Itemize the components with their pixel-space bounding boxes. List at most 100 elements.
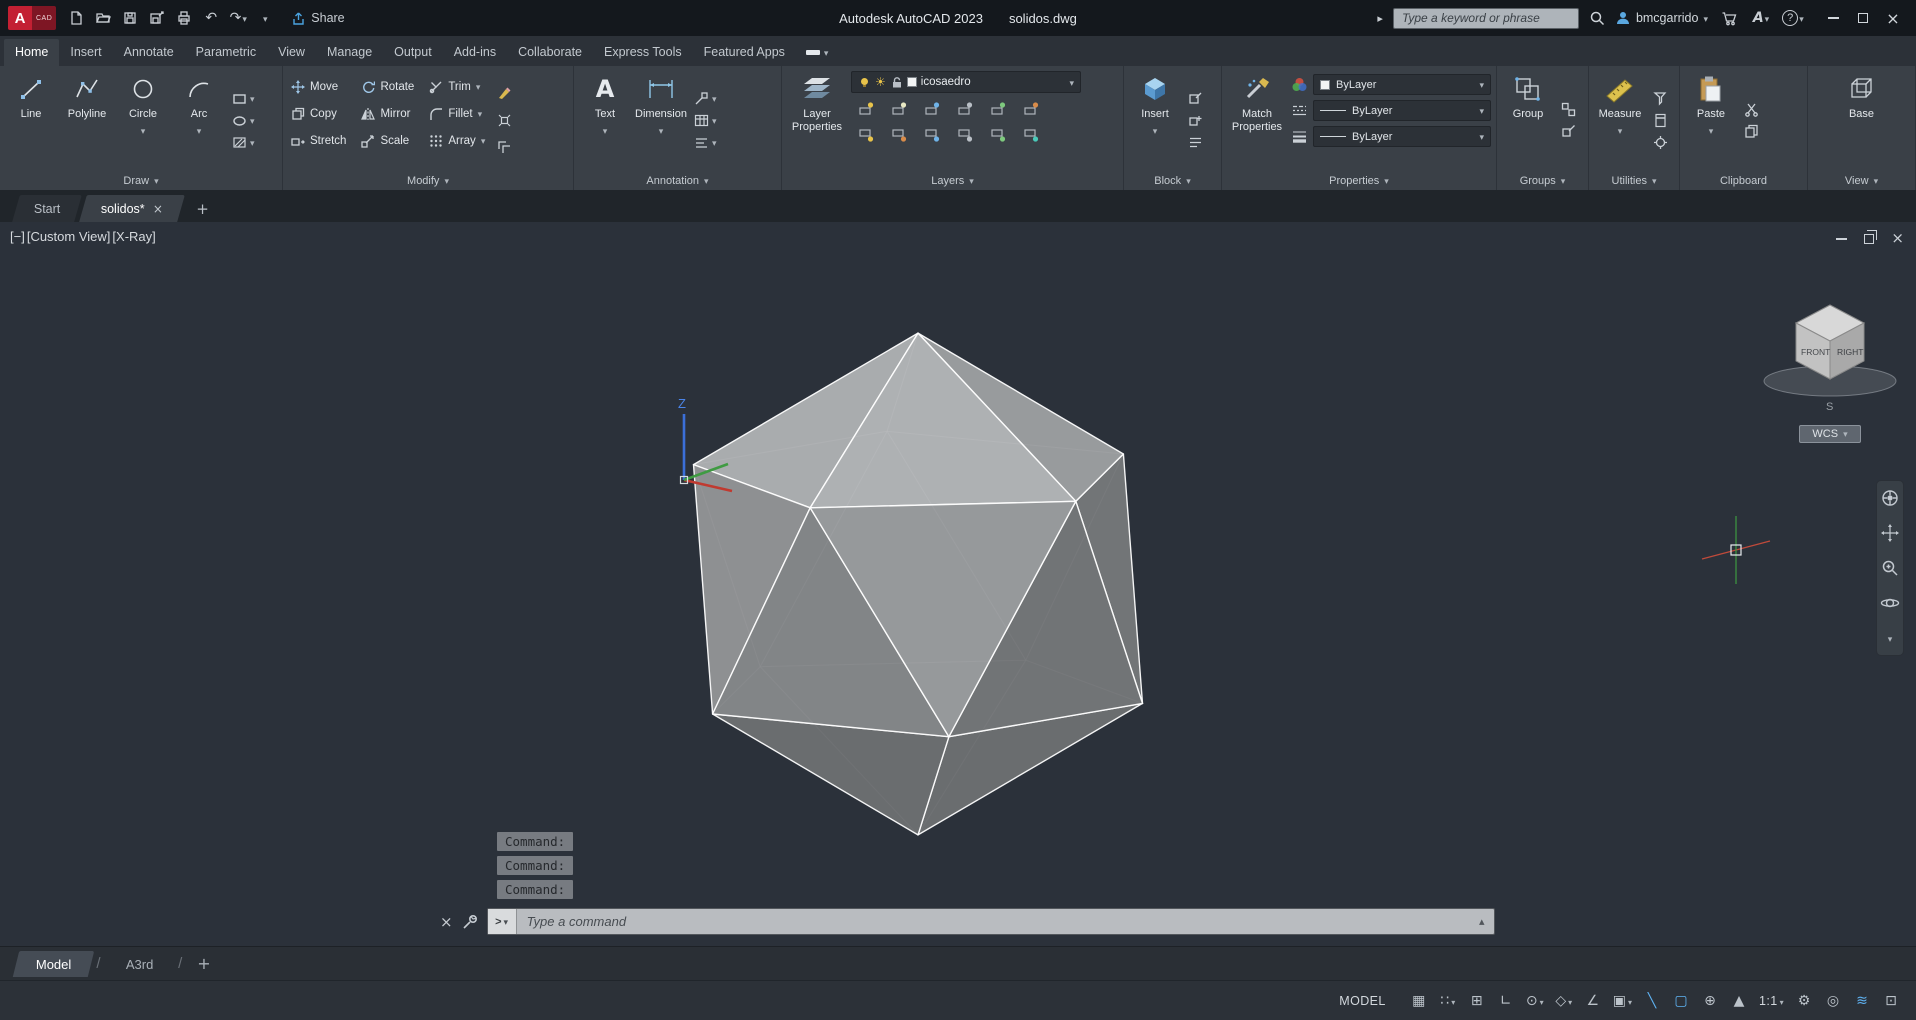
object-snap-toggle[interactable]: ▣: [1609, 988, 1636, 1014]
ellipse-button[interactable]: [229, 111, 258, 130]
stretch-button[interactable]: Stretch: [288, 132, 349, 150]
object-snap-tracking-toggle[interactable]: ∠: [1580, 988, 1606, 1014]
circle-button[interactable]: Circle: [117, 69, 169, 171]
scale-button[interactable]: Scale: [358, 132, 417, 150]
insert-button[interactable]: Insert: [1129, 69, 1181, 171]
drawing-canvas[interactable]: Z [−] [Custom View] [X-Ray] × FRONT RIGH…: [0, 222, 1916, 946]
viewcube-right-label[interactable]: RIGHT: [1837, 347, 1863, 357]
object-color-dropdown[interactable]: ByLayer: [1313, 74, 1491, 95]
scale-dropdown-arrow-icon[interactable]: [1780, 994, 1784, 1008]
dimension-dropdown-arrow-icon[interactable]: [659, 123, 664, 137]
save-as-button[interactable]: [146, 6, 168, 30]
text-dropdown-arrow-icon[interactable]: [603, 123, 608, 137]
viewport-menu-control[interactable]: [−]: [10, 229, 25, 244]
tab-home[interactable]: Home: [4, 39, 60, 66]
copy-button[interactable]: Copy: [288, 105, 349, 123]
qat-customize-button[interactable]: [254, 6, 276, 30]
infer-constraints-toggle[interactable]: ⊞: [1464, 988, 1490, 1014]
copy-clip-button[interactable]: [1741, 122, 1762, 141]
layer-lock-button[interactable]: [950, 97, 980, 120]
annotation-scale-button[interactable]: 1:1: [1755, 988, 1788, 1014]
turn-on-all-layers-button[interactable]: [884, 124, 914, 147]
fillet-button[interactable]: Fillet: [426, 105, 488, 123]
isolate-objects-button[interactable]: ◎: [1820, 988, 1846, 1014]
drawing-restore-icon[interactable]: [1864, 229, 1878, 244]
table-button[interactable]: [691, 111, 720, 130]
make-current-layer-button[interactable]: [983, 97, 1013, 120]
cut-button[interactable]: [1741, 100, 1762, 119]
new-layout-button[interactable]: +: [187, 954, 220, 973]
account-menu[interactable]: bmcgarrido: [1615, 10, 1708, 26]
tab-manage[interactable]: Manage: [316, 39, 383, 66]
clean-screen-toggle[interactable]: ⊡: [1878, 988, 1904, 1014]
search-icon[interactable]: [1589, 10, 1605, 26]
polyline-button[interactable]: Polyline: [61, 69, 113, 171]
layout-tab-a3rd[interactable]: A3rd: [102, 951, 176, 977]
array-button[interactable]: Array: [426, 132, 488, 150]
layer-isolate-button[interactable]: [884, 97, 914, 120]
line-button[interactable]: Line: [5, 69, 57, 171]
wcs-dropdown[interactable]: WCS: [1799, 425, 1861, 443]
tab-view[interactable]: View: [267, 39, 316, 66]
ortho-toggle[interactable]: ∟: [1493, 988, 1519, 1014]
undo-button[interactable]: ↶: [200, 6, 222, 30]
lineweight-dropdown[interactable]: ByLayer: [1313, 126, 1491, 147]
open-file-button[interactable]: [92, 6, 114, 30]
trim-dropdown-arrow-icon[interactable]: [476, 81, 481, 93]
panel-utilities-footer[interactable]: Utilities: [1589, 171, 1679, 190]
mirror-button[interactable]: Mirror: [358, 105, 417, 123]
save-button[interactable]: [119, 6, 141, 30]
command-input[interactable]: [516, 909, 1480, 934]
selection-cycling-toggle[interactable]: ▢: [1668, 988, 1694, 1014]
group-edit-button[interactable]: [1558, 122, 1579, 141]
polar-dropdown-arrow-icon[interactable]: [1540, 994, 1544, 1008]
panel-view-footer[interactable]: View: [1808, 171, 1915, 190]
tab-add-ins[interactable]: Add-ins: [443, 39, 507, 66]
insert-dropdown-arrow-icon[interactable]: [1153, 123, 1158, 137]
tab-parametric[interactable]: Parametric: [185, 39, 267, 66]
layer-freeze-button[interactable]: [917, 97, 947, 120]
tab-insert[interactable]: Insert: [59, 39, 112, 66]
snap-dropdown-arrow-icon[interactable]: [1451, 994, 1455, 1008]
autodesk-apps-button[interactable]: A: [1750, 6, 1772, 30]
offset-button[interactable]: [494, 138, 515, 157]
zoom-button[interactable]: [1879, 557, 1901, 579]
quick-select-button[interactable]: [1650, 89, 1671, 108]
move-button[interactable]: Move: [288, 78, 349, 96]
nav-wheel-button[interactable]: [1879, 487, 1901, 509]
tab-featured-apps[interactable]: Featured Apps: [693, 39, 796, 66]
arc-dropdown-arrow-icon[interactable]: [197, 123, 202, 137]
redo-button[interactable]: ↷: [227, 6, 249, 30]
nav-more-button[interactable]: [1879, 627, 1901, 649]
viewcube[interactable]: FRONT RIGHT S: [1756, 277, 1908, 427]
close-button[interactable]: ×: [1878, 3, 1908, 33]
layer-unisolate-button[interactable]: [851, 124, 881, 147]
file-tab-solidos[interactable]: solidos* ×: [79, 195, 186, 222]
rotate-button[interactable]: Rotate: [358, 78, 417, 96]
explode-button[interactable]: [494, 111, 515, 130]
arc-button[interactable]: Arc: [173, 69, 225, 171]
workspace-gear-button[interactable]: ⚙: [1791, 988, 1817, 1014]
help-button[interactable]: ?: [1782, 6, 1804, 30]
search-input[interactable]: [1392, 7, 1579, 29]
redo-dropdown-arrow-icon[interactable]: [242, 11, 247, 25]
ungroup-button[interactable]: [1558, 100, 1579, 119]
command-bar[interactable]: > ▴: [486, 908, 1495, 935]
layer-dropdown-arrow-icon[interactable]: [1069, 75, 1074, 89]
erase-button[interactable]: [494, 84, 515, 103]
create-block-button[interactable]: [1185, 111, 1206, 130]
command-expand-icon[interactable]: ▴: [1479, 915, 1485, 928]
ribbon-collapse-button[interactable]: [796, 45, 839, 66]
match-layer-button[interactable]: [1016, 97, 1046, 120]
isodraft-dropdown-arrow-icon[interactable]: [1568, 994, 1572, 1008]
search-collapse-icon[interactable]: ▸: [1377, 12, 1383, 25]
panel-annotation-footer[interactable]: Annotation: [574, 171, 781, 190]
unlock-layer-button[interactable]: [950, 124, 980, 147]
graphics-performance-toggle[interactable]: ≋: [1849, 988, 1875, 1014]
plot-button[interactable]: [173, 6, 195, 30]
viewcube-front-label[interactable]: FRONT: [1801, 347, 1830, 357]
dynamic-ucs-toggle[interactable]: ⊕: [1697, 988, 1723, 1014]
new-drawing-tab-button[interactable]: +: [186, 195, 219, 222]
trim-button[interactable]: Trim: [426, 78, 488, 96]
panel-clipboard-footer[interactable]: Clipboard: [1680, 171, 1807, 190]
